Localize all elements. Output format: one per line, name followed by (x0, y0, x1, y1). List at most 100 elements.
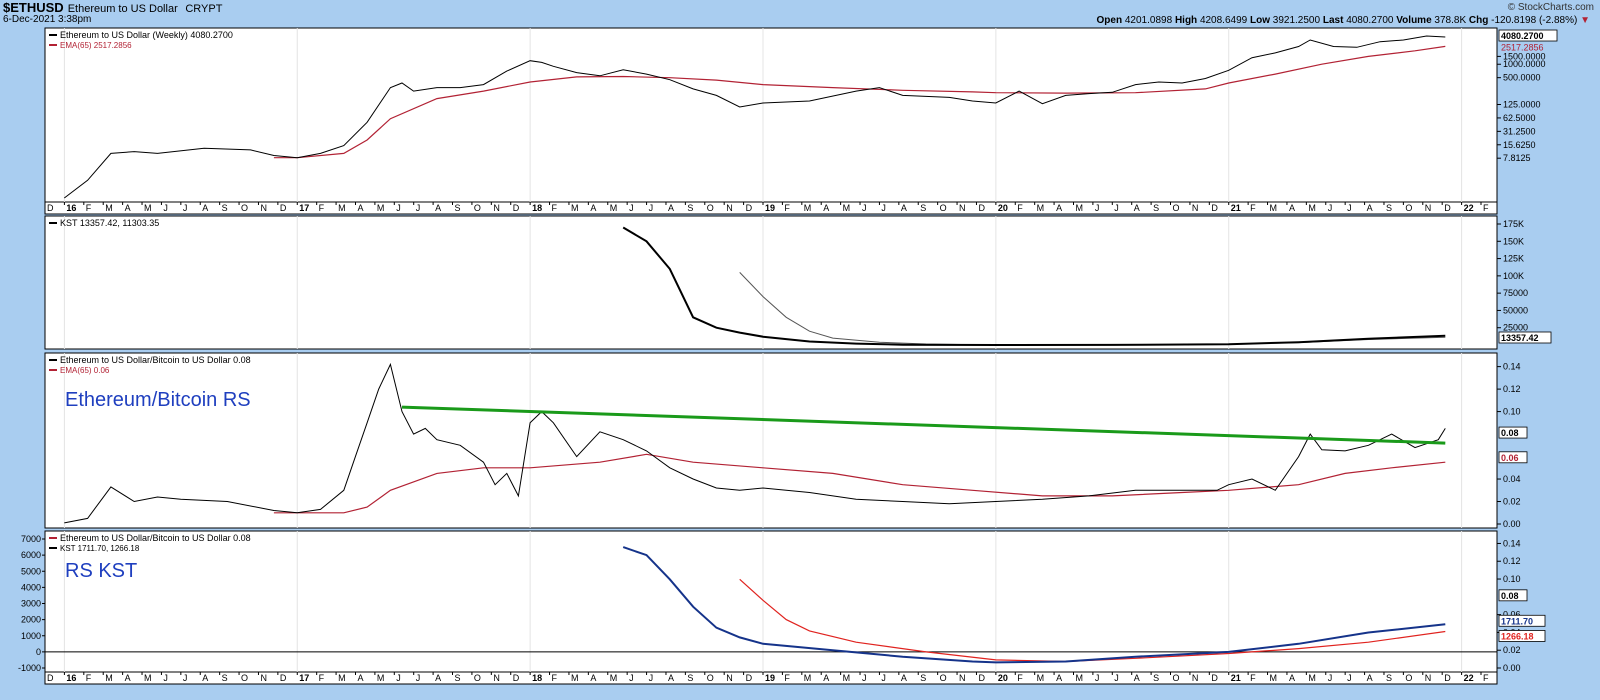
x-tick-label: D (1211, 203, 1218, 213)
legend-kst: KST 13357.42, 11303.35 (60, 218, 159, 228)
x-tick-label: 18 (532, 673, 542, 683)
x-tick-label: O (241, 203, 248, 213)
x-tick-label: M (843, 673, 851, 683)
x-tick-label: J (629, 203, 634, 213)
annotation-ethereum-bitcoin-rs: Ethereum/Bitcoin RS (65, 389, 251, 411)
x-tick-label: S (455, 203, 461, 213)
x-tick-label: M (571, 203, 579, 213)
rs-axis-label: 0.14 (1503, 362, 1521, 372)
x-tick-label: M (1075, 673, 1083, 683)
kst-last-label: 13357.42 (1501, 333, 1539, 343)
rs-last-label: 0.08 (1501, 428, 1519, 438)
price-axis-label: 31.2500 (1503, 126, 1536, 136)
x-tick-label: A (202, 673, 208, 683)
x-tick-label: D (746, 203, 753, 213)
x-tick-label: S (920, 673, 926, 683)
x-tick-label: O (707, 673, 714, 683)
rs-kst-signal-last-label: 1266.18 (1501, 631, 1534, 641)
x-tick-label: 16 (66, 203, 76, 213)
x-tick-label: A (1134, 203, 1140, 213)
right-axis-label: 0.10 (1503, 574, 1521, 584)
panel-3-frame (44, 352, 1498, 529)
x-tick-label: N (1425, 203, 1432, 213)
x-tick-label: M (1037, 203, 1045, 213)
x-tick-label: S (687, 203, 693, 213)
x-tick-label: N (260, 203, 267, 213)
x-tick-label: J (649, 673, 654, 683)
x-tick-label: J (1328, 203, 1333, 213)
right-axis-label: 0.02 (1503, 645, 1521, 655)
x-tick-label: O (241, 673, 248, 683)
price-last-label: 4080.2700 (1501, 31, 1544, 41)
x-tick-label: A (202, 203, 208, 213)
x-tick-label: O (940, 203, 947, 213)
x-tick-label: M (804, 203, 812, 213)
x-tick-label: N (959, 203, 966, 213)
rs-axis-label: 0.00 (1503, 519, 1521, 529)
x-tick-label: J (416, 203, 421, 213)
x-tick-label: N (726, 203, 733, 213)
x-tick-label: D (978, 673, 985, 683)
x-tick-label: J (881, 673, 886, 683)
ema-last-label: 2517.2856 (1501, 42, 1544, 52)
x-tick-label: J (1095, 203, 1100, 213)
rs2-last-label: 0.08 (1501, 591, 1519, 601)
x-tick-label: M (610, 203, 618, 213)
x-tick-label: J (1347, 673, 1352, 683)
x-tick-label: J (629, 673, 634, 683)
rs-axis-label: 0.02 (1503, 497, 1521, 507)
price-axis-label: 7.8125 (1503, 153, 1531, 163)
x-tick-label: J (649, 203, 654, 213)
x-tick-label: M (571, 673, 579, 683)
right-axis-label: 0.14 (1503, 538, 1521, 548)
x-tick-label: O (940, 673, 947, 683)
x-tick-label: F (1017, 673, 1023, 683)
x-tick-label: F (86, 673, 92, 683)
x-tick-label: 21 (1231, 673, 1241, 683)
x-tick-label: N (959, 673, 966, 683)
rs-axis-label: 0.04 (1503, 474, 1521, 484)
x-tick-label: J (163, 203, 168, 213)
x-tick-label: J (1095, 673, 1100, 683)
x-tick-label: A (590, 203, 596, 213)
left-axis-label: 0 (36, 647, 41, 657)
kst-axis-label: 25000 (1503, 323, 1528, 333)
x-tick-label: N (1425, 673, 1432, 683)
x-tick-label: 18 (532, 203, 542, 213)
price-axis-label: 62.5000 (1503, 113, 1536, 123)
x-tick-label: O (707, 203, 714, 213)
x-tick-label: M (610, 673, 618, 683)
x-tick-label: M (105, 673, 113, 683)
kst-axis-label: 100K (1503, 271, 1524, 281)
rs-ema-last-label: 0.06 (1501, 453, 1519, 463)
x-tick-label: A (1289, 673, 1295, 683)
price-axis-label: 15.6250 (1503, 140, 1536, 150)
x-tick-label: J (1114, 203, 1119, 213)
rs-axis-label: 0.12 (1503, 384, 1521, 394)
x-tick-label: 22 (1464, 203, 1474, 213)
rs-kst-last-label: 1711.70 (1501, 616, 1533, 626)
x-tick-label: 20 (998, 673, 1008, 683)
x-tick-label: D (47, 203, 54, 213)
price-axis-label: 125.0000 (1503, 100, 1541, 110)
legend-rs-kst: KST 1711.70, 1266.18 (60, 544, 140, 553)
x-tick-label: O (1405, 203, 1412, 213)
x-tick-label: J (862, 203, 867, 213)
x-tick-label: 22 (1464, 673, 1474, 683)
x-tick-label: F (784, 203, 790, 213)
x-tick-label: O (474, 673, 481, 683)
x-tick-label: 19 (765, 203, 775, 213)
x-tick-label: O (1173, 673, 1180, 683)
x-tick-label: J (881, 203, 886, 213)
x-tick-label: F (86, 203, 92, 213)
x-tick-label: M (1075, 203, 1083, 213)
panel-4-frame (44, 530, 1498, 673)
x-tick-label: A (668, 203, 674, 213)
x-tick-label: M (843, 203, 851, 213)
x-tick-label: O (1405, 673, 1412, 683)
x-tick-label: O (1173, 203, 1180, 213)
x-tick-label: F (784, 673, 790, 683)
x-tick-label: D (1211, 673, 1218, 683)
left-axis-label: 7000 (21, 534, 41, 544)
legend-rs-ema: EMA(65) 0.06 (60, 366, 110, 375)
